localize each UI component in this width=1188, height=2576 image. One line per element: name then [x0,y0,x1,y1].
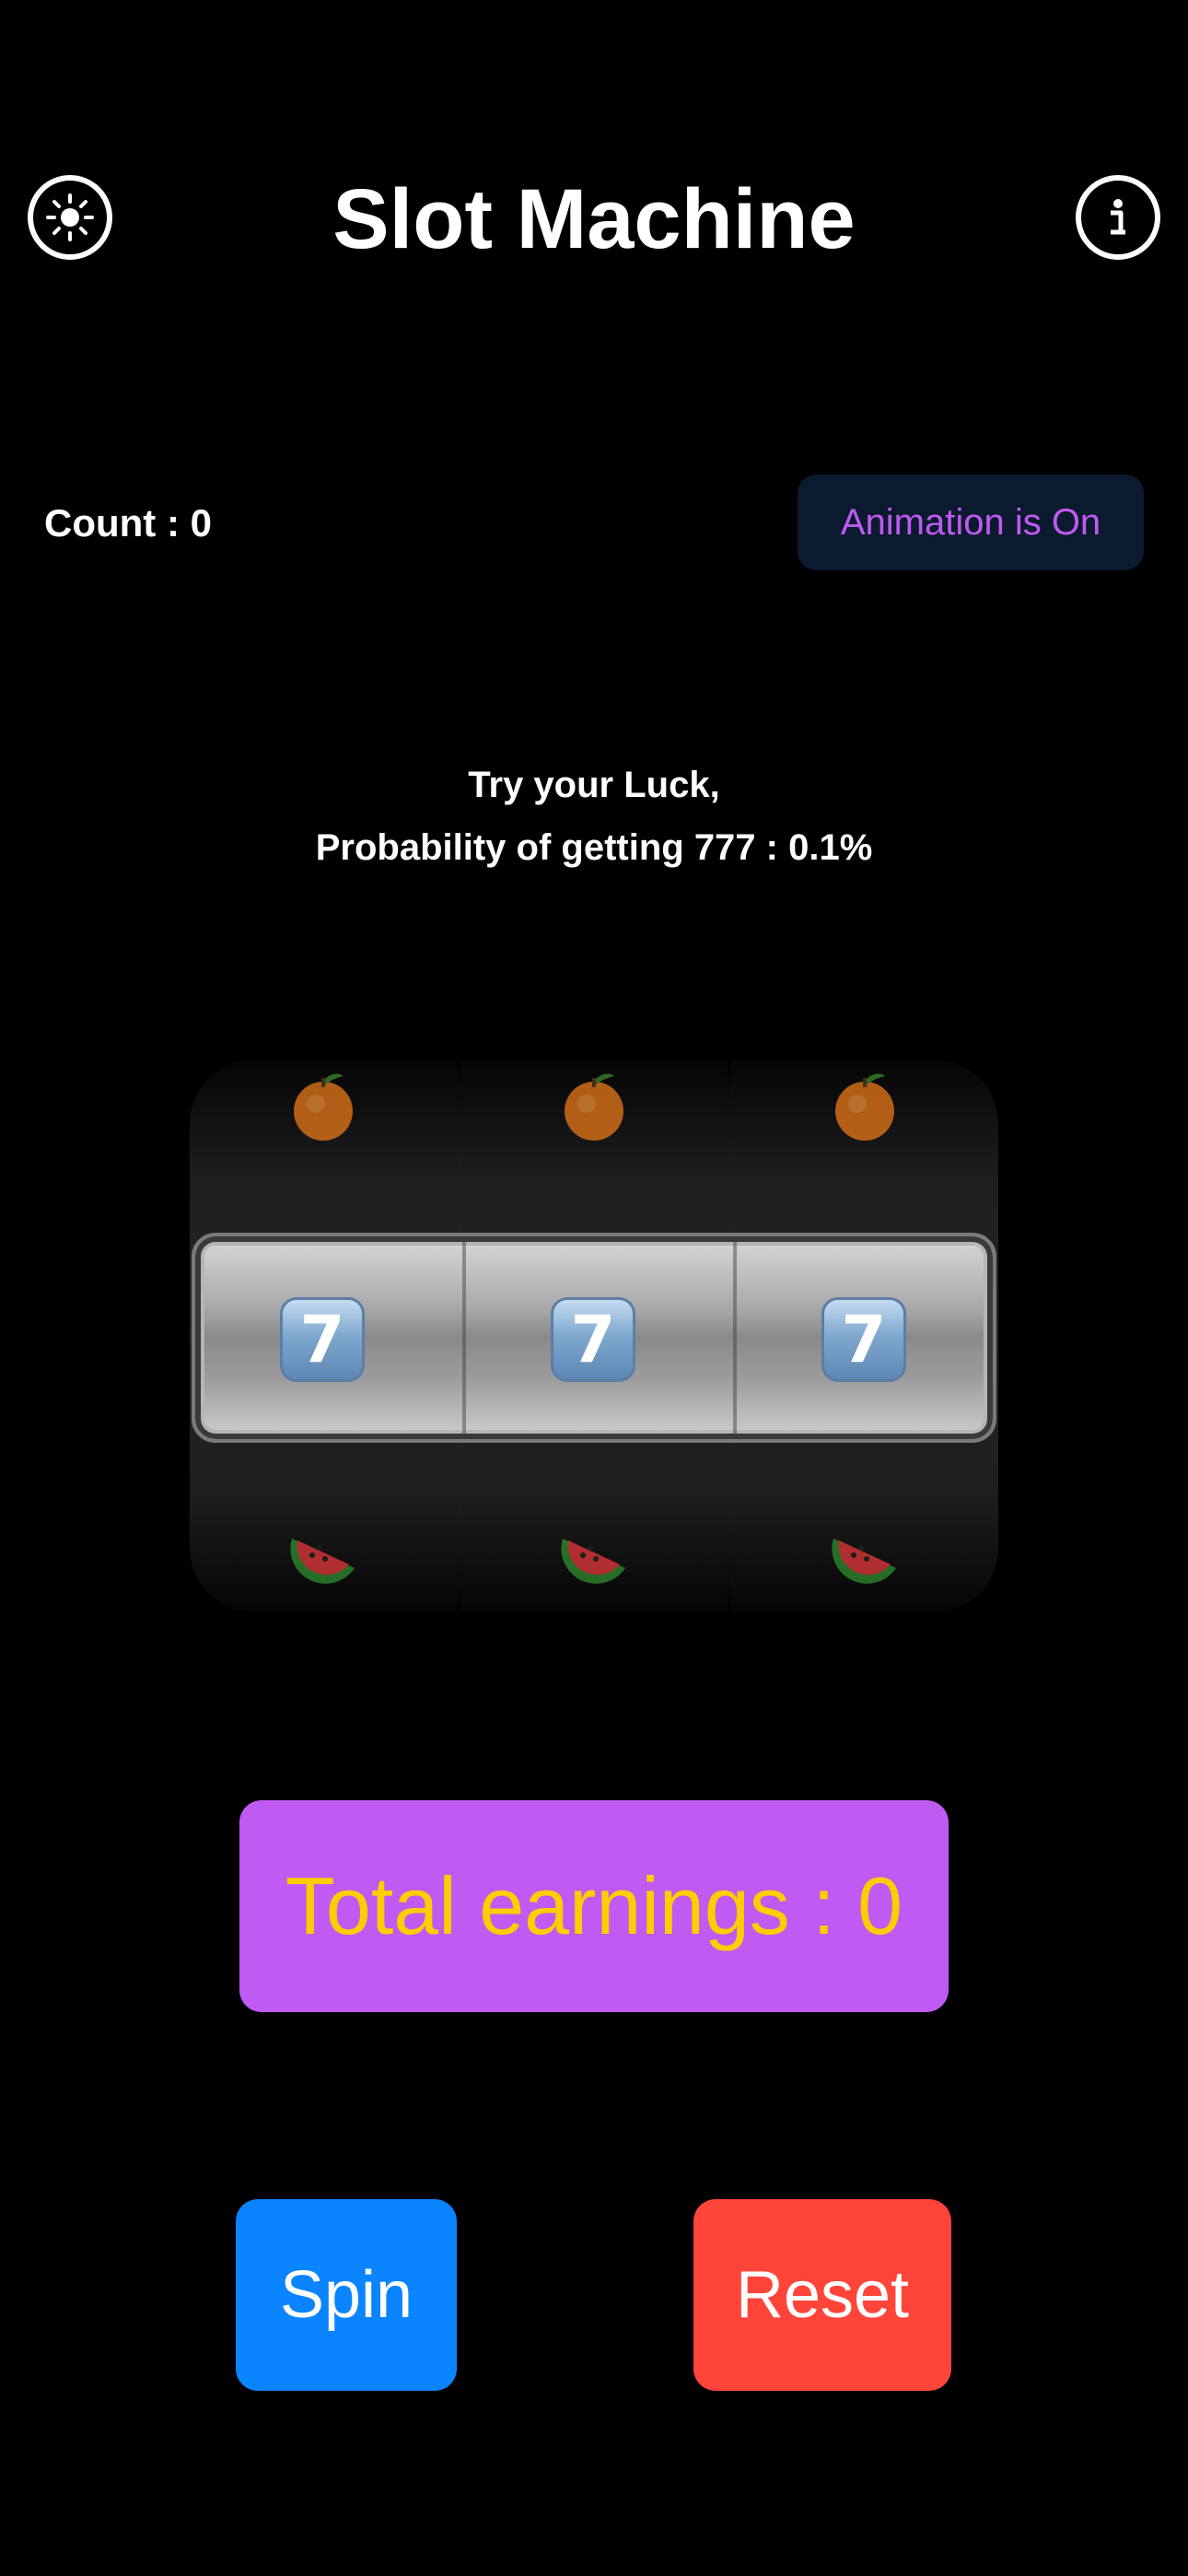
slot-machine-screen: Slot Machine Count : 0 Animation is On T… [0,0,1188,2576]
count-label: Count : 0 [44,501,212,544]
reset-button[interactable]: Reset [693,2199,951,2391]
seven-tile: 7 [821,1297,906,1382]
watermelon-icon [460,1511,728,1592]
spin-button[interactable]: Spin [236,2199,457,2391]
info-icon[interactable] [1076,175,1160,260]
watermelon-icon [190,1511,457,1592]
seven-tile: 7 [551,1297,635,1382]
page-title: Slot Machine [332,172,856,266]
reel-divider [462,1236,466,1439]
orange-icon [460,1067,728,1148]
probability-text: Probability of getting 777 : 0.1% [315,827,873,868]
animation-toggle-button[interactable]: Animation is On [798,474,1144,570]
reel-divider [733,1236,737,1439]
total-earnings-panel: Total earnings : 0 [239,1800,949,2012]
orange-icon [731,1067,998,1148]
try-luck-text: Try your Luck, [468,765,720,805]
orange-icon [190,1067,457,1148]
watermelon-icon [731,1511,998,1592]
seven-tile: 7 [280,1297,365,1382]
